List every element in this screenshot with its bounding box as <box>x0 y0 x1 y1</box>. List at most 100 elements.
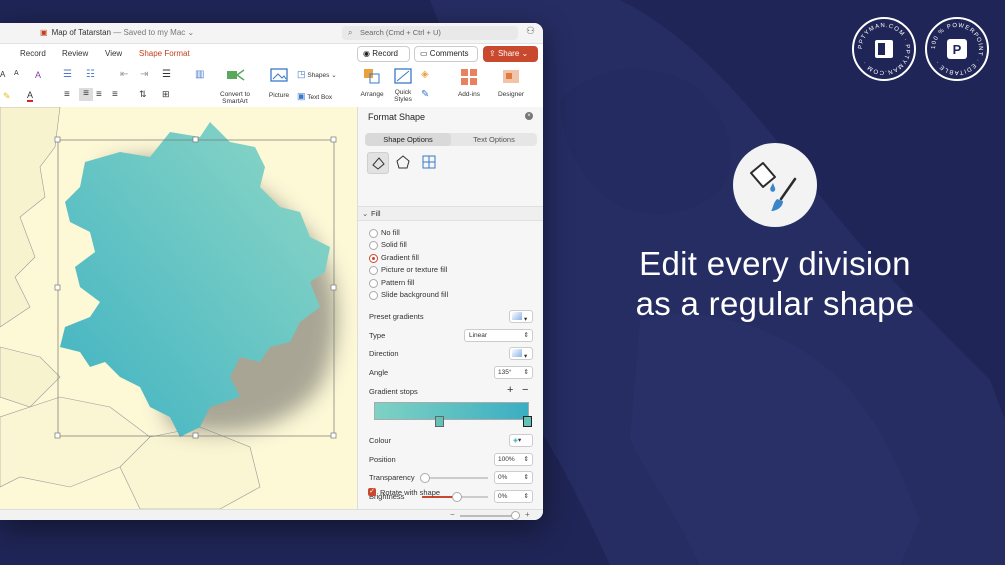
font-color-icon[interactable]: A <box>27 90 34 102</box>
convert-smartart-button[interactable]: Convert to SmartArt <box>215 67 255 105</box>
share-label: Share <box>497 49 520 58</box>
align-center-icon[interactable]: ≡ <box>79 88 93 101</box>
quick-styles-icon <box>394 68 412 84</box>
brightness-field[interactable]: 0% ⇕ <box>494 490 533 503</box>
svg-text:P: P <box>953 42 962 57</box>
stepper-icon: ⇕ <box>523 474 529 481</box>
highlight-icon[interactable]: ✎ <box>3 91 11 102</box>
radio-label: Slide background fill <box>381 290 449 299</box>
direction-dropdown[interactable]: ▾ <box>509 347 533 360</box>
designer-button[interactable]: Designer <box>495 67 527 98</box>
clear-format-icon[interactable]: A <box>35 70 41 80</box>
effects-pentagon-icon[interactable] <box>393 152 413 172</box>
pane-title: Format Shape <box>368 112 426 122</box>
numbering-icon[interactable]: ☷ <box>86 69 95 80</box>
zoom-in-icon[interactable]: + <box>525 510 530 519</box>
add-ins-icon <box>461 69 477 85</box>
close-icon[interactable]: × <box>525 112 533 120</box>
tab-text-options[interactable]: Text Options <box>451 133 537 146</box>
gradient-stop-handle-selected[interactable] <box>523 416 532 427</box>
stepper-icon: ⇕ <box>523 493 529 500</box>
gradient-stops-label: Gradient stops <box>369 387 418 396</box>
justify-icon[interactable]: ≡ <box>112 89 118 100</box>
share-people-icon[interactable]: ⚇ <box>526 26 535 37</box>
slide-canvas[interactable] <box>0 107 357 509</box>
align-text-icon[interactable]: ⊞ <box>162 89 170 100</box>
tab-review[interactable]: Review <box>62 49 88 58</box>
tab-shape-format[interactable]: Shape Format <box>139 49 190 58</box>
colour-label: Colour <box>369 436 392 445</box>
document-title[interactable]: ▣ Map of Tatarstan — Saved to my Mac ⌄ <box>40 28 194 37</box>
transparency-slider-knob[interactable] <box>420 473 430 483</box>
paint-bucket-icon: ◈ <box>513 437 518 444</box>
gradient-stops-bar[interactable] <box>374 402 529 420</box>
arrange-icon <box>364 69 380 84</box>
font-size-icon[interactable]: A <box>14 70 19 77</box>
textbox-button[interactable]: ▣ Text Box <box>297 91 345 102</box>
arrange-button[interactable]: Arrange <box>357 67 387 98</box>
share-icon: ⇪ <box>489 49 496 58</box>
font-decrease-icon[interactable]: A <box>0 70 5 79</box>
add-ins-button[interactable]: Add-ins <box>455 67 483 98</box>
transparency-field[interactable]: 0% ⇕ <box>494 471 533 484</box>
search-field[interactable]: ⌕ Search (Cmd + Ctrl + U) <box>342 26 518 40</box>
position-label: Position <box>369 455 396 464</box>
status-bar: − + <box>0 509 543 520</box>
outdent-icon[interactable]: ⇤ <box>120 69 128 80</box>
stepper-icon: ⇕ <box>523 332 529 339</box>
align-right-icon[interactable]: ≡ <box>96 89 102 100</box>
tab-record[interactable]: Record <box>20 49 46 58</box>
angle-field[interactable]: 135° ⇕ <box>494 366 533 379</box>
type-select[interactable]: Linear ⇕ <box>464 329 533 342</box>
designer-label: Designer <box>497 91 524 98</box>
colour-picker[interactable]: ◈▾ <box>509 434 533 447</box>
fill-line-icon[interactable] <box>367 152 389 174</box>
shapes-button[interactable]: ◳ Shapes ⌄ <box>297 69 345 80</box>
direction-swatch-icon <box>512 349 522 357</box>
brightness-label: Brightness <box>369 492 405 501</box>
remove-stop-icon[interactable]: − <box>522 384 528 396</box>
tab-shape-options[interactable]: Shape Options <box>365 133 451 146</box>
tab-view[interactable]: View <box>105 49 122 58</box>
radio-dot <box>369 279 378 288</box>
columns-icon[interactable]: ▥ <box>195 69 204 80</box>
record-button[interactable]: ◉ Record <box>357 46 410 62</box>
brightness-slider-knob[interactable] <box>452 492 462 502</box>
quick-styles-button[interactable]: Quick Styles <box>390 67 416 103</box>
fill-section-header[interactable]: ⌄ Fill <box>358 206 543 221</box>
radio-dot-selected <box>369 254 378 263</box>
size-properties-icon[interactable] <box>419 152 439 172</box>
preset-gradients-dropdown[interactable]: ▾ <box>509 310 533 323</box>
radio-dot <box>369 241 378 250</box>
align-left-icon[interactable]: ≡ <box>64 89 70 100</box>
shape-outline-icon[interactable]: ✎ <box>421 89 429 100</box>
transparency-slider[interactable] <box>422 477 488 479</box>
fill-section-label: Fill <box>371 209 381 218</box>
radio-label: Picture or texture fill <box>381 265 448 274</box>
map-slide <box>0 107 357 509</box>
picture-button[interactable]: Picture <box>265 67 293 99</box>
position-field[interactable]: 100% ⇕ <box>494 453 533 466</box>
radio-dot <box>369 291 378 300</box>
convert-label-1: Convert to <box>220 91 250 98</box>
type-label: Type <box>369 331 386 340</box>
format-fill-icon <box>733 143 817 227</box>
add-stop-icon[interactable]: + <box>507 384 513 396</box>
indent-icon[interactable]: ⇥ <box>140 69 148 80</box>
text-direction-icon[interactable]: ⇅ <box>139 89 147 100</box>
options-segmented-control: Shape Options Text Options <box>365 133 537 146</box>
line-spacing-icon[interactable]: ☰ <box>162 69 171 80</box>
quick-styles-label-2: Styles <box>394 96 412 103</box>
gradient-stop-handle[interactable] <box>435 416 444 427</box>
zoom-slider-knob[interactable] <box>511 511 520 520</box>
bullets-icon[interactable]: ☰ <box>63 69 72 80</box>
stepper-icon: ⇕ <box>523 456 529 463</box>
zoom-out-icon[interactable]: − <box>450 510 455 519</box>
chevron-down-icon: ⌄ <box>187 28 195 37</box>
search-icon: ⌕ <box>348 28 353 37</box>
share-button[interactable]: ⇪ Share ⌄ <box>483 46 538 62</box>
comments-button[interactable]: ▭ Comments <box>414 46 478 62</box>
arrange-label: Arrange <box>360 91 384 98</box>
shape-fill-icon[interactable]: ◈ <box>421 69 429 80</box>
powerpoint-window: ▣ Map of Tatarstan — Saved to my Mac ⌄ ⌕ … <box>0 23 543 520</box>
